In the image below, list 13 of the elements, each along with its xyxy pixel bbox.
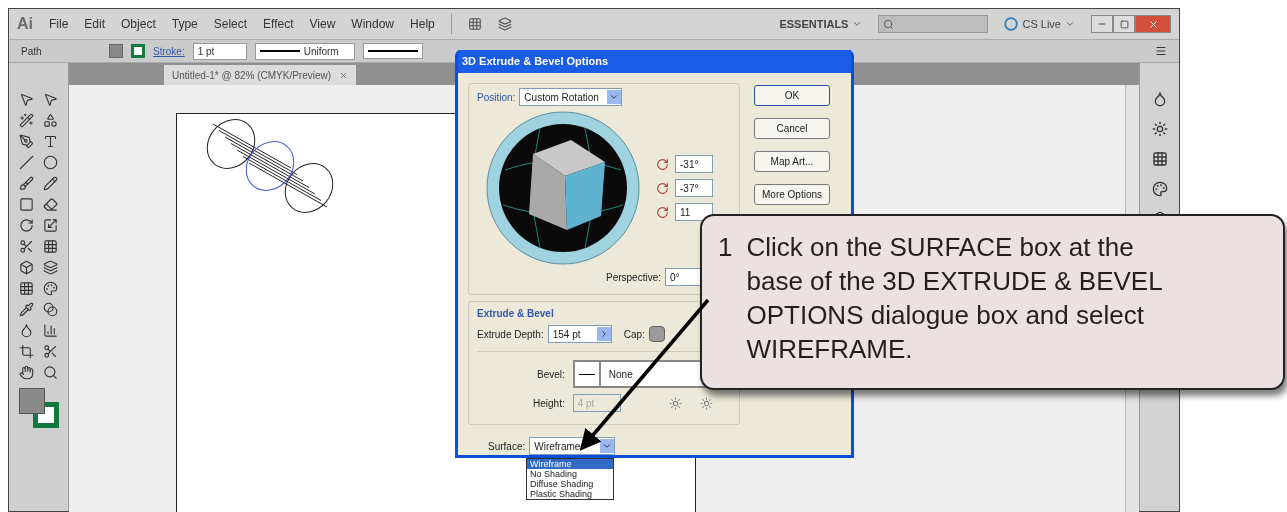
group-title: Extrude & Bevel [477,307,555,321]
selection-label: Path [21,44,43,59]
instruction-text: Click on the SURFACE box at the base of the 3D EXTRUDE & BEVEL OPTIONS dialogue box and select WIREFRAME. [746,231,1163,366]
dialog-title: 3D Extrude & Bevel Options [458,50,851,73]
position-label: Position: [477,90,516,105]
step-number: 1 [718,231,733,264]
perspective-label: Perspective: [605,270,661,285]
bevel-label: Bevel: [537,367,565,382]
app-logo: Ai [17,14,33,34]
extrude-depth-label: Extrude Depth: [477,327,544,342]
surface-label: Surface: [488,439,526,454]
cap-label: Cap: [623,327,645,342]
height-label: Height: [533,396,565,411]
